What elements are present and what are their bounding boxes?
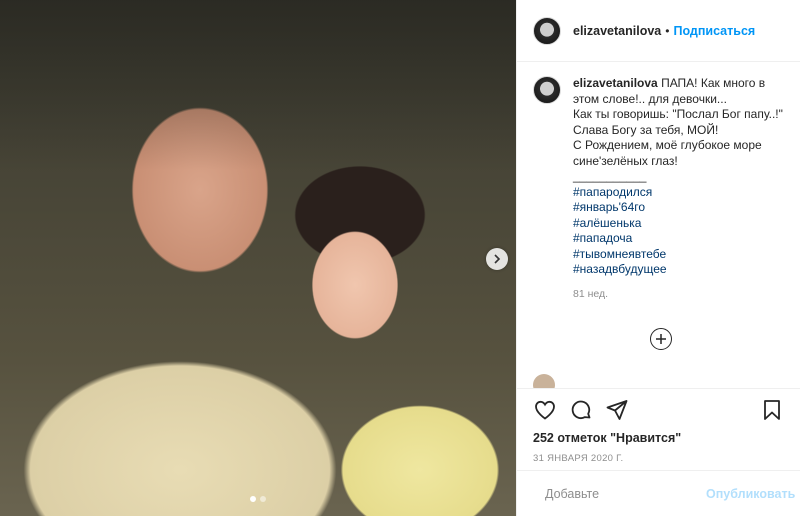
plus-icon [656, 334, 666, 344]
post-side-panel: elizavetanilova • Подписаться elizavetan… [516, 0, 800, 516]
share-icon[interactable] [605, 398, 629, 422]
caption: elizavetanilova ПАПА! Как много в этом с… [533, 76, 784, 278]
load-more-comments-button[interactable] [650, 328, 672, 350]
post-date[interactable]: 31 ЯНВАРЯ 2020 Г. [533, 453, 784, 464]
comment-avatar[interactable] [533, 374, 555, 388]
caption-username[interactable]: elizavetanilova [573, 76, 658, 90]
actions-area: 252 отметок "Нравится" 31 ЯНВАРЯ 2020 Г.… [517, 388, 800, 516]
likes-count[interactable]: 252 отметок "Нравится" [533, 431, 784, 445]
comment-peek [533, 374, 783, 388]
header-separator: • [665, 23, 670, 38]
action-icons [533, 397, 784, 423]
add-comment-bar: Опубликовать [517, 470, 800, 516]
comment-input[interactable] [545, 486, 706, 501]
caption-rule: ___________ [573, 169, 647, 183]
slide-indicator [0, 496, 516, 502]
caption-avatar[interactable] [533, 76, 561, 104]
header-username[interactable]: elizavetanilova [573, 24, 661, 38]
hashtag-link[interactable]: #январь'64го [573, 200, 784, 216]
publish-button[interactable]: Опубликовать [706, 487, 795, 501]
caption-text: elizavetanilova ПАПА! Как много в этом с… [573, 76, 784, 278]
comments-section: elizavetanilova ПАПА! Как много в этом с… [517, 62, 800, 388]
slide-dot-active [250, 496, 256, 502]
hashtag-link[interactable]: #назадвбудущее [573, 262, 784, 278]
bookmark-icon[interactable] [760, 398, 784, 422]
hashtag-link[interactable]: #папародился [573, 185, 784, 201]
follow-button[interactable]: Подписаться [673, 24, 755, 38]
hashtag-link[interactable]: #пападоча [573, 231, 784, 247]
next-slide-button[interactable] [486, 248, 508, 270]
slide-dot [260, 496, 266, 502]
comment-icon[interactable] [569, 398, 593, 422]
photo-background [0, 0, 516, 170]
caption-line: Как ты говоришь: "Послал Бог папу..!" Сл… [573, 107, 783, 137]
hashtag-link[interactable]: #алёшенька [573, 216, 784, 232]
post-header: elizavetanilova • Подписаться [517, 0, 800, 62]
caption-time-ago: 81 нед. [573, 287, 609, 300]
avatar[interactable] [533, 16, 561, 45]
post-photo[interactable] [0, 0, 516, 516]
caption-line: С Рождением, моё глубокое море сине'зелё… [573, 138, 762, 168]
heart-icon[interactable] [533, 398, 557, 422]
instagram-post: elizavetanilova • Подписаться elizavetan… [0, 0, 800, 516]
hashtag-link[interactable]: #тывомнеявтебе [573, 247, 784, 263]
chevron-right-icon [494, 254, 501, 264]
